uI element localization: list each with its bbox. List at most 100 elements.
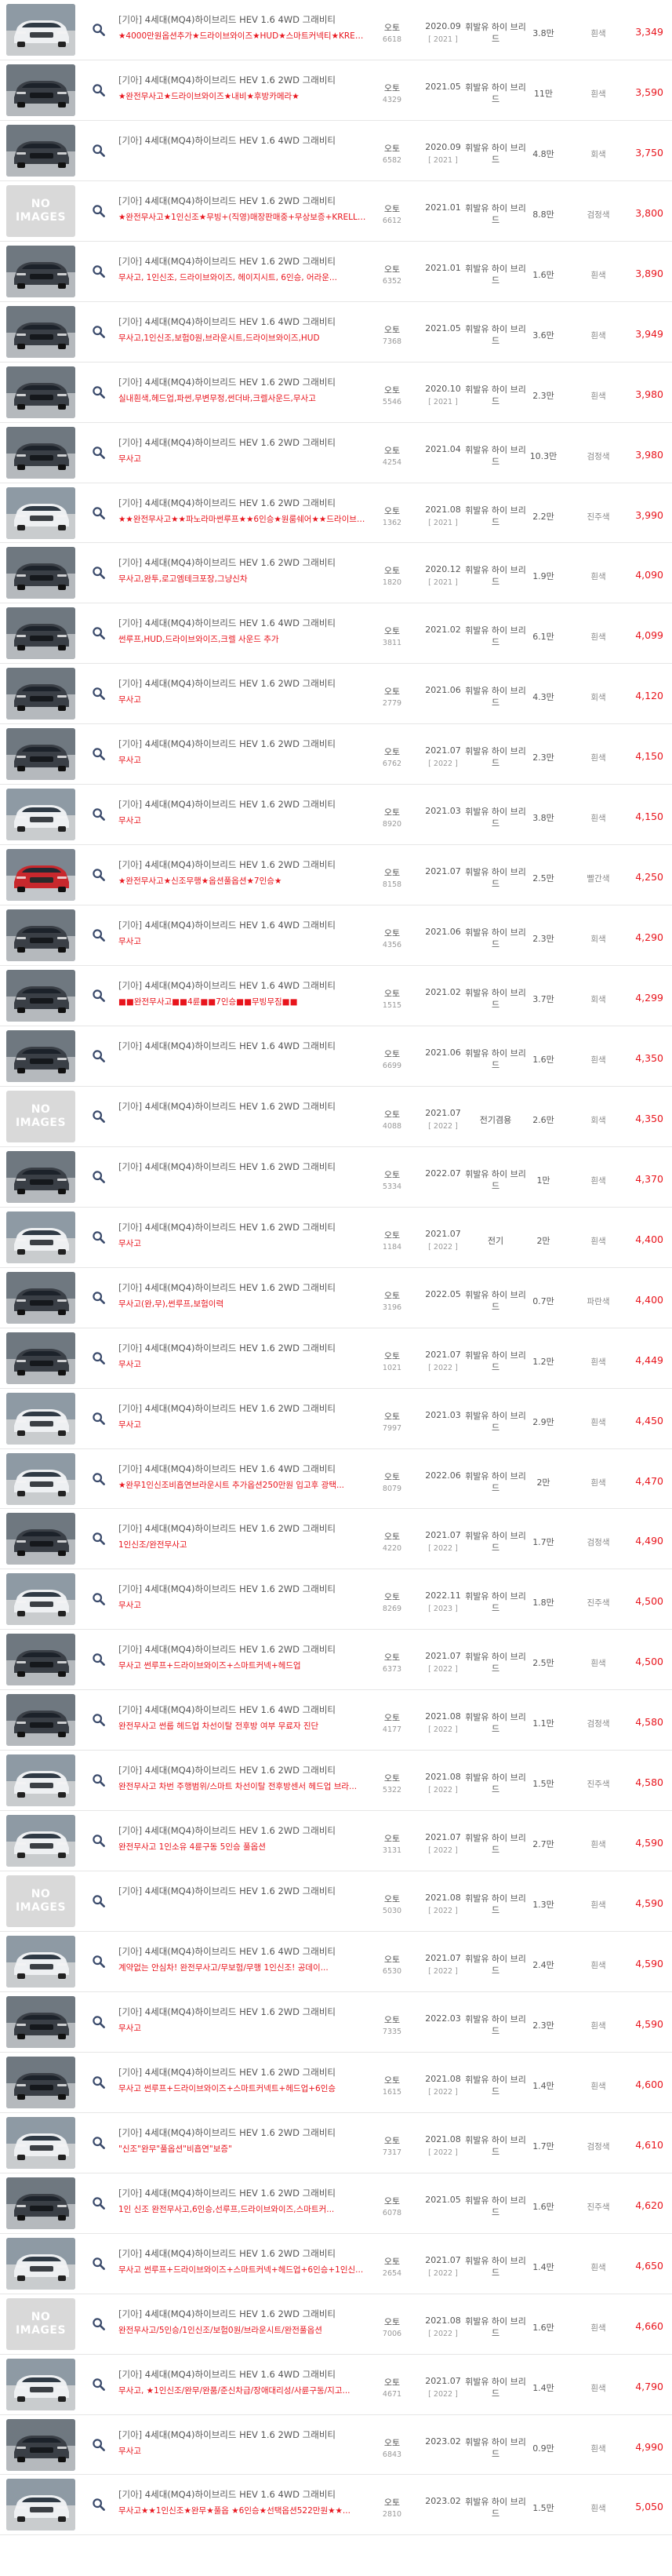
car-photo[interactable] [6,607,75,660]
car-photo[interactable] [6,1573,75,1626]
car-photo[interactable] [6,1029,75,1082]
magnifier-icon[interactable] [92,1773,106,1787]
listing-title[interactable]: [기아] 4세대(MQ4)하이브리드 HEV 1.6 2WD 그래비티 [118,1160,377,1173]
listing-title[interactable]: [기아] 4세대(MQ4)하이브리드 HEV 1.6 2WD 그래비티 [118,556,377,569]
listing-row-36[interactable]: [기아] 4세대(MQ4)하이브리드 HEV 1.6 2WD 그래비티 "신조"… [0,2112,672,2173]
magnifier-icon[interactable] [92,1532,106,1546]
car-photo[interactable] [6,1936,75,1988]
no-image-placeholder[interactable]: NO IMAGES [6,2297,75,2350]
listing-row-16[interactable]: [기아] 4세대(MQ4)하이브리드 HEV 1.6 4WD 그래비티 무사고 … [0,905,672,966]
listing-row-5[interactable]: [기아] 4세대(MQ4)하이브리드 HEV 1.6 2WD 그래비티 무사고,… [0,241,672,302]
listing-title[interactable]: [기아] 4세대(MQ4)하이브리드 HEV 1.6 2WD 그래비티 [118,2066,377,2079]
car-photo[interactable] [6,124,75,177]
listing-row-10[interactable]: [기아] 4세대(MQ4)하이브리드 HEV 1.6 2WD 그래비티 무사고,… [0,543,672,604]
car-photo[interactable] [6,1634,75,1686]
car-photo[interactable] [6,970,75,1022]
car-photo[interactable] [6,1694,75,1747]
listing-title[interactable]: [기아] 4세대(MQ4)하이브리드 HEV 1.6 2WD 그래비티 [118,798,377,811]
listing-row-34[interactable]: [기아] 4세대(MQ4)하이브리드 HEV 1.6 2WD 그래비티 무사고 … [0,1991,672,2053]
listing-row-32[interactable]: NO IMAGES [기아] 4세대(MQ4)하이브리드 HEV 1.6 2WD … [0,1871,672,1932]
no-image-placeholder[interactable]: NO IMAGES [6,1090,75,1142]
magnifier-icon[interactable] [92,1412,106,1426]
listing-title[interactable]: [기아] 4세대(MQ4)하이브리드 HEV 1.6 2WD 그래비티 [118,1221,377,1233]
listing-row-1[interactable]: [기아] 4세대(MQ4)하이브리드 HEV 1.6 4WD 그래비티 ★400… [0,0,672,60]
listing-title[interactable]: [기아] 4세대(MQ4)하이브리드 HEV 1.6 2WD 그래비티 [118,1824,377,1837]
car-photo[interactable] [6,849,75,902]
listing-title[interactable]: [기아] 4세대(MQ4)하이브리드 HEV 1.6 4WD 그래비티 [118,1463,377,1475]
listing-row-3[interactable]: [기아] 4세대(MQ4)하이브리드 HEV 1.6 4WD 그래비티 오토 6… [0,120,672,181]
listing-title[interactable]: [기아] 4세대(MQ4)하이브리드 HEV 1.6 2WD 그래비티 [118,2428,377,2441]
magnifier-icon[interactable] [92,687,106,701]
listing-title[interactable]: [기아] 4세대(MQ4)하이브리드 HEV 1.6 2WD 그래비티 [118,497,377,509]
magnifier-icon[interactable] [92,2015,106,2029]
magnifier-icon[interactable] [92,989,106,1003]
listing-row-9[interactable]: [기아] 4세대(MQ4)하이브리드 HEV 1.6 2WD 그래비티 ★★완전… [0,483,672,544]
listing-title[interactable]: [기아] 4세대(MQ4)하이브리드 HEV 1.6 2WD 그래비티 [118,1281,377,1294]
listing-title[interactable]: [기아] 4세대(MQ4)하이브리드 HEV 1.6 4WD 그래비티 [118,2368,377,2381]
listing-title[interactable]: [기아] 4세대(MQ4)하이브리드 HEV 1.6 4WD 그래비티 [118,617,377,629]
listing-row-29[interactable]: [기아] 4세대(MQ4)하이브리드 HEV 1.6 4WD 그래비티 완전무사… [0,1690,672,1751]
listing-title[interactable]: [기아] 4세대(MQ4)하이브리드 HEV 1.6 2WD 그래비티 [118,738,377,750]
car-photo[interactable] [6,1513,75,1565]
listing-title[interactable]: [기아] 4세대(MQ4)하이브리드 HEV 1.6 2WD 그래비티 [118,1885,377,1897]
listing-title[interactable]: [기아] 4세대(MQ4)하이브리드 HEV 1.6 4WD 그래비티 [118,1040,377,1052]
car-photo[interactable] [6,2116,75,2169]
listing-title[interactable]: [기아] 4세대(MQ4)하이브리드 HEV 1.6 4WD 그래비티 [118,919,377,931]
car-photo[interactable] [6,2418,75,2471]
magnifier-icon[interactable] [92,807,106,822]
listing-row-33[interactable]: [기아] 4세대(MQ4)하이브리드 HEV 1.6 4WD 그래비티 계약없는… [0,1932,672,1992]
listing-row-31[interactable]: [기아] 4세대(MQ4)하이브리드 HEV 1.6 2WD 그래비티 완전무사… [0,1811,672,1872]
car-photo[interactable] [6,2237,75,2290]
magnifier-icon[interactable] [92,1291,106,1305]
magnifier-icon[interactable] [92,1351,106,1365]
magnifier-icon[interactable] [92,204,106,218]
listing-row-38[interactable]: [기아] 4세대(MQ4)하이브리드 HEV 1.6 2WD 그래비티 무사고 … [0,2233,672,2294]
listing-row-24[interactable]: [기아] 4세대(MQ4)하이브리드 HEV 1.6 2WD 그래비티 무사고 … [0,1388,672,1449]
listing-title[interactable]: [기아] 4세대(MQ4)하이브리드 HEV 1.6 4WD 그래비티 [118,134,377,147]
magnifier-icon[interactable] [92,506,106,520]
magnifier-icon[interactable] [92,446,106,460]
listing-row-6[interactable]: [기아] 4세대(MQ4)하이브리드 HEV 1.6 4WD 그래비티 무사고,… [0,301,672,363]
listing-title[interactable]: [기아] 4세대(MQ4)하이브리드 HEV 1.6 4WD 그래비티 [118,1945,377,1958]
magnifier-icon[interactable] [92,1230,106,1244]
listing-row-26[interactable]: [기아] 4세대(MQ4)하이브리드 HEV 1.6 2WD 그래비티 1인신조… [0,1509,672,1570]
car-photo[interactable] [6,1392,75,1445]
listing-row-35[interactable]: [기아] 4세대(MQ4)하이브리드 HEV 1.6 2WD 그래비티 무사고 … [0,2052,672,2113]
car-photo[interactable] [6,1332,75,1384]
listing-row-23[interactable]: [기아] 4세대(MQ4)하이브리드 HEV 1.6 2WD 그래비티 무사고 … [0,1328,672,1389]
magnifier-icon[interactable] [92,1170,106,1184]
car-photo[interactable] [6,1211,75,1263]
magnifier-icon[interactable] [92,928,106,942]
magnifier-icon[interactable] [92,1472,106,1486]
listing-row-25[interactable]: [기아] 4세대(MQ4)하이브리드 HEV 1.6 4WD 그래비티 ★완무1… [0,1448,672,1510]
car-photo[interactable] [6,1271,75,1324]
magnifier-icon[interactable] [92,626,106,640]
listing-title[interactable]: [기아] 4세대(MQ4)하이브리드 HEV 1.6 2WD 그래비티 [118,436,377,449]
listing-title[interactable]: [기아] 4세대(MQ4)하이브리드 HEV 1.6 4WD 그래비티 [118,979,377,992]
car-photo[interactable] [6,1150,75,1203]
listing-title[interactable]: [기아] 4세대(MQ4)하이브리드 HEV 1.6 2WD 그래비티 [118,74,377,86]
listing-title[interactable]: [기아] 4세대(MQ4)하이브리드 HEV 1.6 2WD 그래비티 [118,1583,377,1595]
magnifier-icon[interactable] [92,2438,106,2452]
listing-title[interactable]: [기아] 4세대(MQ4)하이브리드 HEV 1.6 2WD 그래비티 [118,1342,377,1354]
listing-row-12[interactable]: [기아] 4세대(MQ4)하이브리드 HEV 1.6 2WD 그래비티 무사고 … [0,664,672,725]
listing-row-20[interactable]: [기아] 4세대(MQ4)하이브리드 HEV 1.6 2WD 그래비티 오토 5… [0,1146,672,1208]
magnifier-icon[interactable] [92,1049,106,1063]
magnifier-icon[interactable] [92,2196,106,2210]
listing-row-7[interactable]: [기아] 4세대(MQ4)하이브리드 HEV 1.6 2WD 그래비티 실내흰색… [0,362,672,423]
magnifier-icon[interactable] [92,2075,106,2090]
magnifier-icon[interactable] [92,2257,106,2271]
car-photo[interactable] [6,2358,75,2410]
magnifier-icon[interactable] [92,83,106,97]
listing-title[interactable]: [기아] 4세대(MQ4)하이브리드 HEV 1.6 2WD 그래비티 [118,1402,377,1415]
car-photo[interactable] [6,4,75,56]
magnifier-icon[interactable] [92,2498,106,2512]
car-photo[interactable] [6,668,75,720]
listing-title[interactable]: [기아] 4세대(MQ4)하이브리드 HEV 1.6 2WD 그래비티 [118,2308,377,2320]
car-photo[interactable] [6,1754,75,1807]
listing-title[interactable]: [기아] 4세대(MQ4)하이브리드 HEV 1.6 4WD 그래비티 [118,1703,377,1716]
car-photo[interactable] [6,1815,75,1867]
car-photo[interactable] [6,305,75,358]
magnifier-icon[interactable] [92,2377,106,2392]
listing-title[interactable]: [기아] 4세대(MQ4)하이브리드 HEV 1.6 2WD 그래비티 [118,255,377,268]
